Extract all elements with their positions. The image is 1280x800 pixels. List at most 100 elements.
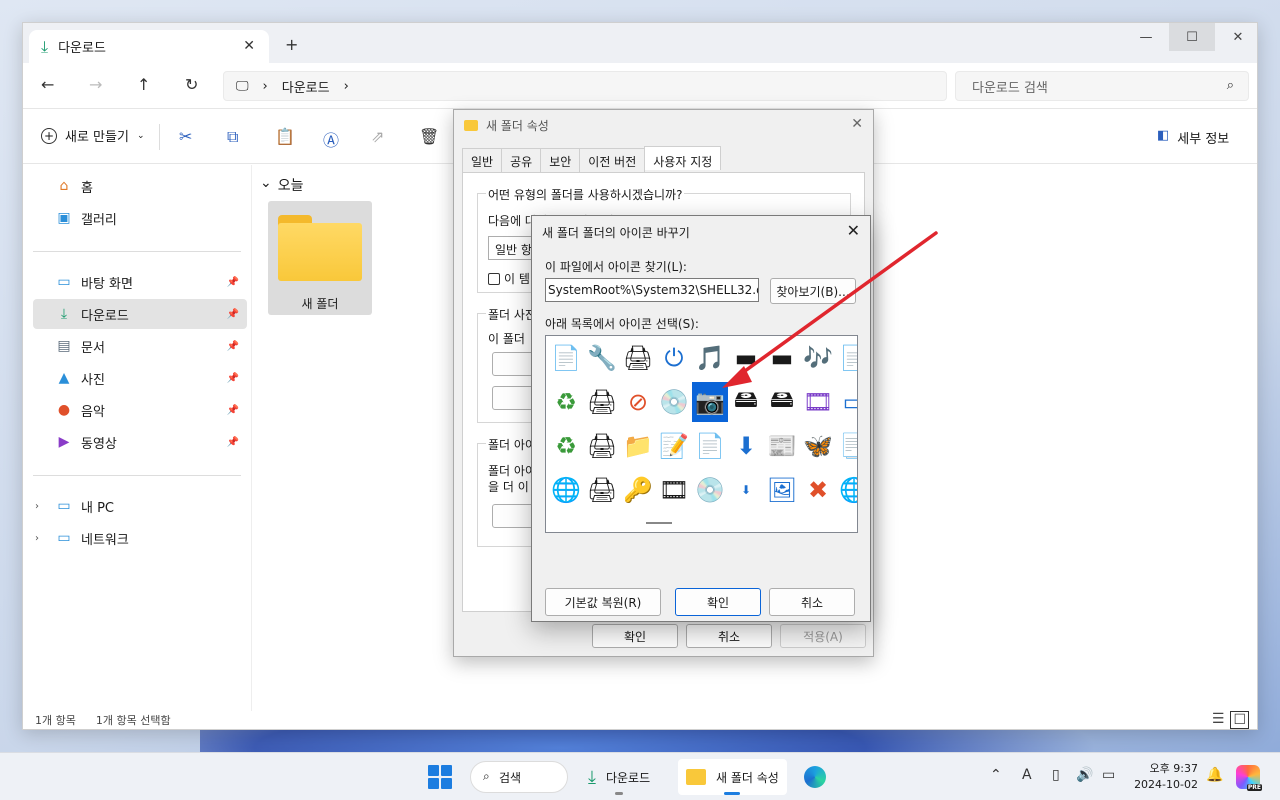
forward-icon[interactable]: → [89, 75, 102, 94]
folder-check-icon[interactable]: 📁 [620, 426, 656, 466]
copilot-icon[interactable]: PRE [1236, 765, 1262, 791]
dvd-icon[interactable]: 💿 [656, 382, 692, 422]
icon-file-path-input[interactable]: SystemRoot%\System32\SHELL32.dll [545, 278, 759, 302]
shared-printer-icon[interactable]: 🖨 [584, 470, 620, 510]
printer-icon[interactable]: 🖨 [584, 382, 620, 422]
camera-icon[interactable]: 📷 [691, 381, 729, 423]
tile-view-icon[interactable]: ☐ [1230, 711, 1249, 729]
ok-button[interactable]: 확인 [592, 624, 678, 648]
cancel-button[interactable]: 취소 [769, 588, 855, 616]
folder-item[interactable]: 새 폴더 [268, 201, 372, 315]
video-icon[interactable]: 🎞 [800, 382, 836, 422]
taskbar-app-properties[interactable]: 새 폴더 속성 [678, 759, 787, 795]
pin-icon[interactable]: 📌 [227, 373, 239, 384]
sidebar-item-network[interactable]: › ▭ 네트워크 [33, 523, 247, 553]
volume-icon[interactable]: 🔊 [1076, 767, 1093, 783]
clock[interactable]: 오후 9:37 2024-10-02 [1132, 761, 1198, 793]
film-icon[interactable]: 🎞 [656, 470, 692, 510]
sidebar-item-documents[interactable]: ▤ 문서 📌 [33, 331, 247, 361]
apply-button[interactable]: 적용(A) [780, 624, 866, 648]
window-icon[interactable]: ▭ [836, 382, 857, 422]
pin-icon[interactable]: 📌 [227, 405, 239, 416]
horizontal-scrollbar[interactable] [646, 522, 672, 524]
close-icon[interactable]: ✕ [847, 221, 860, 240]
back-icon[interactable]: ← [41, 75, 54, 94]
new-button[interactable]: + 새로 만들기 ⌄ [41, 126, 144, 145]
close-icon[interactable]: ✕ [851, 116, 863, 132]
default-printer-icon[interactable]: 🖨 [584, 426, 620, 466]
sidebar-item-music[interactable]: ● 음악 📌 [33, 395, 247, 425]
small-download-icon[interactable]: ⬇ [728, 470, 764, 510]
expand-icon[interactable]: › [35, 501, 39, 512]
pin-icon[interactable]: 📌 [227, 277, 239, 288]
media-file-icon[interactable]: 📄 [692, 426, 728, 466]
sidebar-item-gallery[interactable]: ▣ 갤러리 [33, 203, 247, 233]
share-icon[interactable]: ⇗ [371, 127, 384, 146]
text-document-icon[interactable]: 📰 [764, 426, 800, 466]
touch-keyboard-icon[interactable]: ▯ [1052, 767, 1060, 783]
disconnected-drive-icon[interactable]: 🖴 [764, 382, 800, 422]
close-window-button[interactable]: ✕ [1215, 23, 1261, 51]
ok-button[interactable]: 확인 [675, 588, 761, 616]
sidebar-item-desktop[interactable]: ▭ 바탕 화면 📌 [33, 267, 247, 297]
printer-icon[interactable]: 🖨 [620, 338, 656, 378]
prohibited-icon[interactable]: ⊘ [620, 382, 656, 422]
power-icon[interactable]: ⏻ [656, 338, 692, 378]
delete-x-icon[interactable]: ✖ [800, 470, 836, 510]
cancel-button[interactable]: 취소 [686, 624, 772, 648]
download-arrow-icon[interactable]: ⬇ [728, 426, 764, 466]
up-icon[interactable]: ↑ [137, 75, 150, 94]
restore-defaults-button[interactable]: 기본값 복원(R) [545, 588, 661, 616]
copy-icon[interactable]: ⧉ [227, 127, 238, 147]
rename-icon[interactable]: Ⓐ [323, 127, 339, 151]
group-header[interactable]: ⌄ 오늘 [260, 175, 304, 195]
recycle-bin-full-icon[interactable]: ♻ [548, 382, 584, 422]
drive-icon[interactable]: ▬ [764, 338, 800, 378]
notification-bell-icon[interactable]: 🔔 [1206, 767, 1223, 783]
globe-arrow-icon[interactable]: 🌐 [836, 470, 857, 510]
pin-icon[interactable]: 📌 [227, 437, 239, 448]
battery-icon[interactable]: ▭ [1102, 767, 1115, 783]
windows-logo-icon[interactable]: 🦋 [800, 426, 836, 466]
details-button[interactable]: ◧ 세부 정보 [1157, 128, 1229, 147]
pin-icon[interactable]: 📌 [227, 341, 239, 352]
sidebar-item-videos[interactable]: ▶ 동영상 📌 [33, 427, 247, 457]
start-button[interactable] [428, 765, 452, 789]
document-icon[interactable]: 📄 [836, 338, 857, 378]
tools-icon[interactable]: 🔧 [584, 338, 620, 378]
shortcut-icon[interactable]: 📄 [548, 338, 584, 378]
icon-list[interactable]: 📄 🔧 🖨 ⏻ 🎵 ▬ ▬ 🎶 📄 ♻ 🖨 ⊘ 💿 📷 🖴 🖴 🎞 ▭ ♻ 🖨 … [545, 335, 858, 533]
tab-security[interactable]: 보안 [540, 148, 581, 172]
refresh-icon[interactable]: ↻ [185, 75, 198, 94]
delete-icon[interactable]: 🗑 [419, 127, 439, 146]
music-file-icon[interactable]: 🎵 [692, 338, 728, 378]
paste-icon[interactable]: 📋 [275, 127, 295, 146]
new-tab-icon[interactable]: + [285, 35, 298, 54]
tab-downloads[interactable]: ⤓ 다운로드 ✕ [29, 30, 269, 63]
taskbar-app-explorer[interactable]: ⤓ 다운로드 [580, 759, 658, 795]
network-drive-icon[interactable]: 🖴 [728, 382, 764, 422]
tab-general[interactable]: 일반 [462, 148, 503, 172]
address-segment[interactable]: 다운로드 [282, 77, 330, 96]
internet-icon[interactable]: 🌐 [548, 470, 584, 510]
taskbar-search[interactable]: ⌕ 검색 [470, 761, 568, 793]
sidebar-item-pictures[interactable]: ▲ 사진 📌 [33, 363, 247, 393]
sidebar-item-downloads[interactable]: ⤓ 다운로드 📌 [33, 299, 247, 329]
minimize-button[interactable]: — [1123, 23, 1169, 51]
music-icon[interactable]: 🎶 [800, 338, 836, 378]
search-input[interactable]: 다운로드 검색 ⌕ [955, 71, 1249, 101]
sidebar-item-home[interactable]: ⌂ 홈 [33, 171, 247, 201]
browse-button[interactable]: 찾아보기(B)... [770, 278, 856, 304]
sidebar-item-this-pc[interactable]: › ▭ 내 PC [33, 491, 247, 521]
tab-previous-versions[interactable]: 이전 버전 [579, 148, 646, 172]
maximize-button[interactable]: ☐ [1169, 23, 1215, 51]
address-bar[interactable]: 🖵 › 다운로드 › [223, 71, 947, 101]
chevron-up-icon[interactable]: ⌃ [990, 767, 1002, 783]
tab-customize[interactable]: 사용자 지정 [644, 146, 722, 170]
cut-icon[interactable]: ✂ [179, 127, 192, 146]
user-key-icon[interactable]: 🔑 [620, 470, 656, 510]
checklist-icon[interactable]: 📝 [656, 426, 692, 466]
apply-subfolders-checkbox[interactable]: 이 템 [488, 270, 530, 287]
recycle-bin-icon[interactable]: ♻ [548, 426, 584, 466]
drive-icon[interactable]: ▬ [728, 338, 764, 378]
